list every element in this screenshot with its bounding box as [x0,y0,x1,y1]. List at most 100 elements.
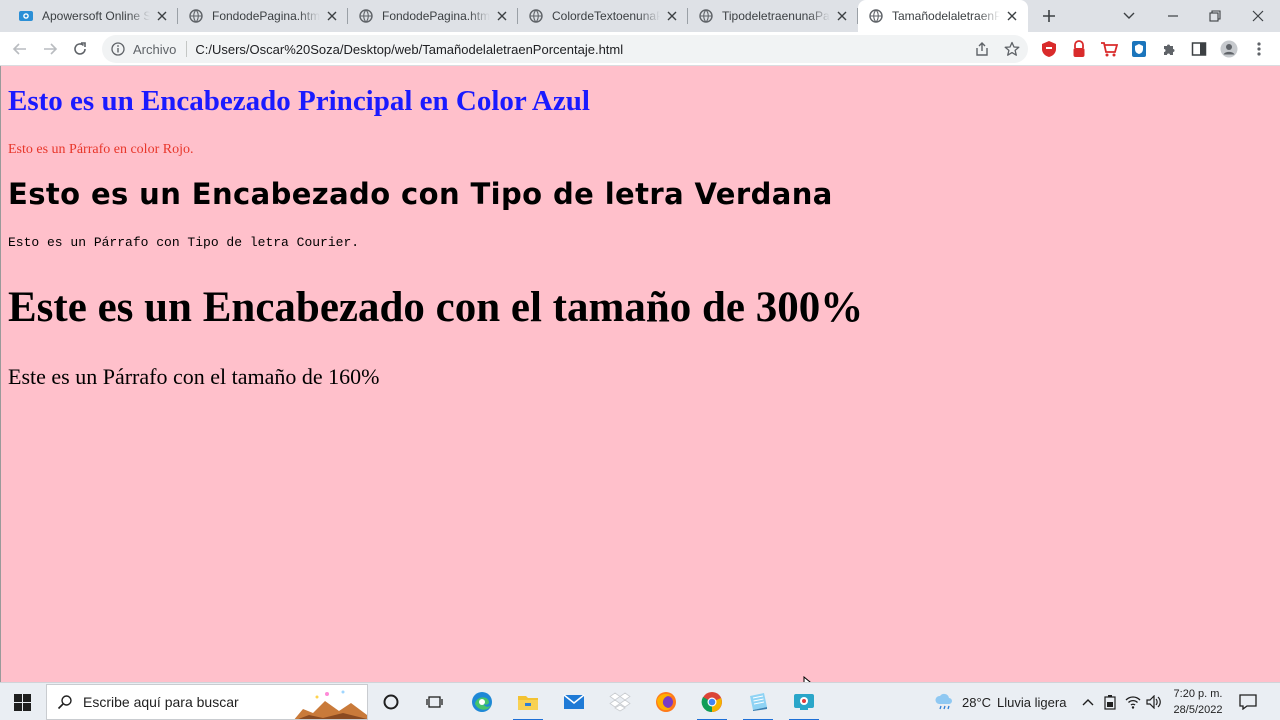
screen-recorder-button[interactable] [781,683,827,720]
search-icon [57,694,73,710]
browser-toolbar: Archivo C:/Users/Oscar%20Soza/Desktop/we… [0,32,1280,66]
file-explorer-button[interactable] [505,683,551,720]
bookmark-star-icon[interactable] [1004,41,1020,57]
chevron-up-icon[interactable] [1080,694,1096,710]
paragraph-160-percent: Este es un Párrafo con el tamaño de 160% [8,364,380,389]
firefox-icon [656,692,676,712]
restore-button[interactable] [1193,0,1237,32]
globe-icon [358,8,374,24]
windows-taskbar: Escribe aquí para buscar 28°C Lluvia lig… [0,682,1280,720]
cortana-icon [383,694,399,710]
close-icon[interactable] [1004,8,1020,24]
clock-date: 28/5/2022 [1173,704,1223,716]
chrome-button[interactable] [689,683,735,720]
share-icon[interactable] [974,41,990,57]
close-icon[interactable] [154,8,170,24]
close-window-button[interactable] [1236,0,1280,32]
back-button[interactable] [8,37,32,61]
address-bar[interactable]: Archivo C:/Users/Oscar%20Soza/Desktop/we… [102,35,1028,63]
globe-icon [528,8,544,24]
arrow-right-icon [44,43,58,55]
close-icon[interactable] [494,8,510,24]
tab-title: ColordeTextoenunaPagina.html [552,9,660,23]
close-icon[interactable] [324,8,340,24]
reload-button[interactable] [68,37,92,61]
rain-cloud-icon [935,693,952,710]
minimize-icon [1168,15,1178,17]
tab-search-button[interactable] [1107,0,1151,32]
reload-icon [74,42,86,55]
page-viewport: Esto es un Encabezado Principal en Color… [0,66,1280,696]
url-text[interactable]: C:/Users/Oscar%20Soza/Desktop/web/Tamaño… [195,42,623,57]
heading-verdana: Esto es un Encabezado con Tipo de letra … [8,177,833,211]
weather-condition: Lluvia ligera [997,694,1067,710]
firefox-button[interactable] [643,683,689,720]
tab-strip: Apowersoft Online Screen Recorder Fondod… [0,0,1280,32]
weather-widget[interactable]: 28°C Lluvia ligera [934,683,1066,720]
task-view-button[interactable] [412,683,458,720]
windows-logo-icon [13,693,31,711]
paragraph-red: Esto es un Párrafo en color Rojo. [8,142,194,157]
tab-apowersoft[interactable]: Apowersoft Online Screen Recorder [8,0,178,32]
shield-extension-icon[interactable] [1040,40,1058,58]
globe-icon [698,8,714,24]
screen-recorder-icon [794,694,814,710]
scheme-label: Archivo [133,41,177,57]
weather-temperature: 28°C [962,694,992,710]
edge-button[interactable] [459,683,505,720]
close-icon[interactable] [834,8,850,24]
notepad-button[interactable] [735,683,781,720]
tab-tamanodelaletra[interactable]: TamañodelaletraenPorcentaje.html [858,0,1028,32]
forward-button[interactable] [38,37,62,61]
heading-300-percent: Este es un Encabezado con el tamaño de 3… [8,284,864,331]
dropbox-icon [609,692,631,712]
paragraph-courier: Esto es un Párrafo con Tipo de letra Cou… [8,235,360,250]
tab-title: FondodePagina.html [382,9,490,23]
tab-title: TipodeletraenunaPagina.html [722,9,830,23]
chrome-icon [701,692,722,713]
system-clock[interactable]: 7:20 p. m. 28/5/2022 [1166,686,1230,718]
lock-extension-icon[interactable] [1070,40,1088,58]
apowersoft-icon [18,8,34,24]
info-icon[interactable] [110,41,126,57]
start-button[interactable] [0,683,44,720]
dropbox-button[interactable] [597,683,643,720]
file-explorer-icon [518,696,538,710]
taskbar-search[interactable]: Escribe aquí para buscar [46,684,368,720]
arrow-left-icon [12,43,26,55]
mail-icon [563,694,585,709]
wifi-icon[interactable] [1125,694,1141,710]
plus-icon [1043,10,1055,22]
clock-time: 7:20 p. m. [1173,688,1223,700]
edge-icon [472,692,492,712]
restore-icon [1209,10,1221,22]
tab-title: TamañodelaletraenPorcentaje.html [892,9,1000,23]
mail-button[interactable] [551,683,597,720]
new-tab-button[interactable] [1038,5,1060,27]
defender-extension-icon[interactable] [1130,40,1148,58]
tab-colordetexto[interactable]: ColordeTextoenunaPagina.html [518,0,688,32]
volume-icon[interactable] [1146,694,1162,710]
side-panel-icon[interactable] [1190,40,1208,58]
globe-icon [188,8,204,24]
close-icon [1252,10,1264,22]
minimize-button[interactable] [1151,0,1195,32]
tab-fondodepagina-2[interactable]: FondodePagina.html [348,0,518,32]
profile-avatar-icon[interactable] [1220,40,1238,58]
search-placeholder: Escribe aquí para buscar [83,694,239,710]
heading-main-blue: Esto es un Encabezado Principal en Color… [8,85,590,117]
puzzle-extensions-icon[interactable] [1160,40,1178,58]
battery-plug-icon[interactable] [1102,694,1118,710]
menu-kebab-icon[interactable] [1250,40,1268,58]
tab-fondodepagina-1[interactable]: FondodePagina.html [178,0,348,32]
tab-tipodeletra[interactable]: TipodeletraenunaPagina.html [688,0,858,32]
chevron-down-icon [1123,12,1135,19]
notification-center-button[interactable] [1238,693,1258,711]
close-icon[interactable] [664,8,680,24]
tab-title: FondodePagina.html [212,9,320,23]
cart-extension-icon[interactable] [1100,40,1118,58]
search-highlight-illustration-icon [294,690,367,719]
notepad-icon [750,693,767,711]
cortana-button[interactable] [368,683,414,720]
notification-icon [1239,694,1257,710]
